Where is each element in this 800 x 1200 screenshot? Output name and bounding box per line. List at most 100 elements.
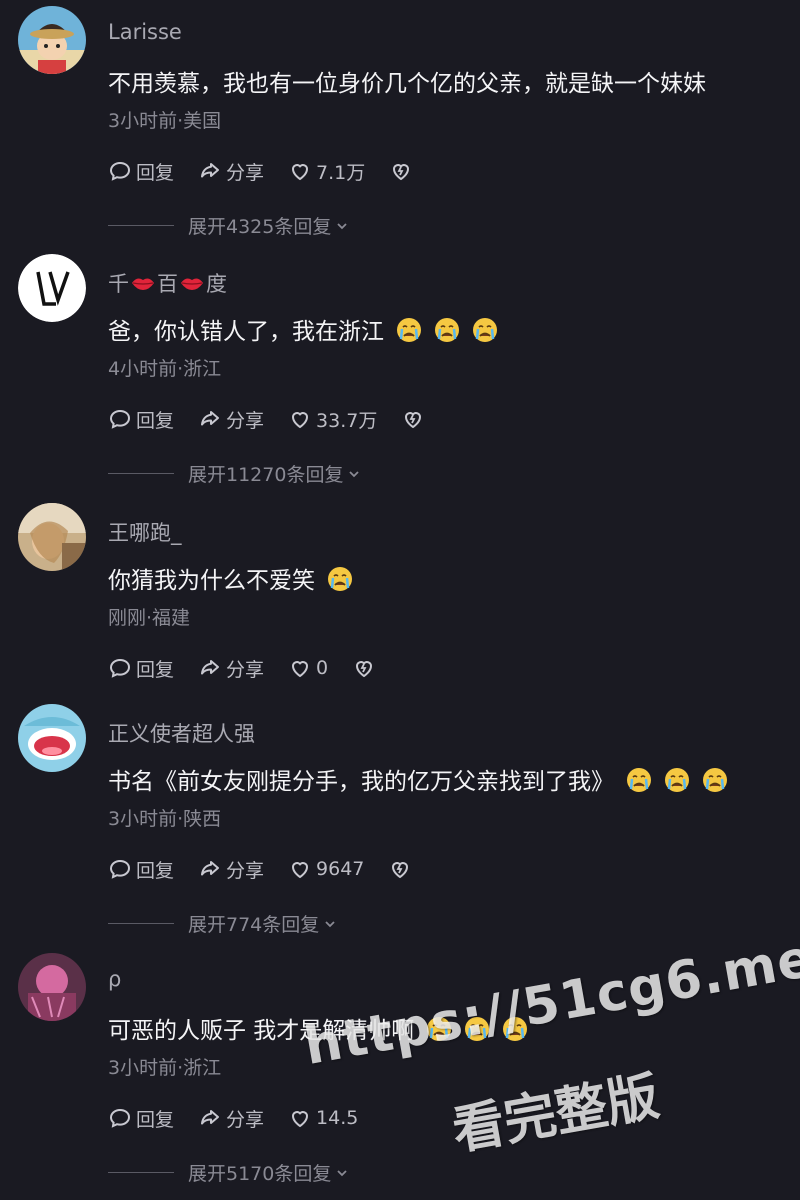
heart-icon [288,656,312,680]
like-count: 9647 [316,858,365,880]
expand-label: 展开774条回复 [188,914,320,936]
expand-label: 展开5170条回复 [188,1163,332,1185]
crying-face-icon [502,1016,528,1042]
expand-replies[interactable]: 展开774条回复 [108,910,337,937]
reply-button[interactable]: 回复 [108,406,174,433]
dislike-button[interactable] [388,857,412,881]
avatar[interactable] [18,254,86,322]
username-part: 千 [108,272,129,296]
comment-text: 可恶的人贩子 我才是解清帅啊 [108,1011,528,1045]
share-button[interactable]: 分享 [198,655,264,682]
pink-photo-avatar-icon [18,953,86,1021]
comment-text-content: 书名《前女友刚提分手，我的亿万父亲找到了我》 [108,769,614,795]
dislike-button[interactable] [401,407,425,431]
share-button[interactable]: 分享 [198,406,264,433]
avatar[interactable] [18,953,86,1021]
username-part: 度 [206,272,227,296]
divider-line [108,473,174,474]
comment-bubble-icon [108,159,132,183]
share-arrow-icon [198,159,222,183]
like-button[interactable]: 33.7万 [288,406,377,433]
crying-face-icon [327,566,353,592]
like-button[interactable]: 9647 [288,857,364,881]
share-arrow-icon [198,407,222,431]
lips-icon [180,275,204,291]
share-button[interactable]: 分享 [198,856,264,883]
username[interactable]: Larisse [108,20,182,44]
cartoon-mouth-avatar-icon [18,704,86,772]
reply-label: 回复 [136,1108,175,1131]
comment-text: 你猜我为什么不爱笑 [108,561,353,595]
comment-meta: 刚刚·福建 [108,607,191,629]
comment-meta: 3小时前·浙江 [108,1057,222,1079]
action-bar: 回复 分享 14.5 [108,1105,382,1131]
comment-text: 书名《前女友刚提分手，我的亿万父亲找到了我》 [108,762,728,796]
expand-replies[interactable]: 展开4325条回复 [108,212,349,239]
crying-face-icon [702,767,728,793]
crying-face-icon [472,317,498,343]
reply-button[interactable]: 回复 [108,1105,174,1132]
watermark-caption: 看完整版 [448,1066,664,1162]
reply-button[interactable]: 回复 [108,655,174,682]
like-button[interactable]: 14.5 [288,1106,358,1130]
username[interactable]: 千百度 [108,268,227,298]
reply-label: 回复 [136,161,175,184]
comment-bubble-icon [108,656,132,680]
comment-text: 爸，你认错人了，我在浙江 [108,312,498,346]
comment-text-content: 不用羡慕，我也有一位身价几个亿的父亲，就是缺一个妹妹 [108,71,706,97]
username[interactable]: 王哪跑_ [108,517,182,547]
crying-face-icon [664,767,690,793]
avatar[interactable] [18,704,86,772]
like-button[interactable]: 0 [288,656,328,680]
like-button[interactable]: 7.1万 [288,158,365,185]
username[interactable]: 正义使者超人强 [108,718,255,748]
avatar[interactable] [18,503,86,571]
reply-label: 回复 [136,409,175,432]
comment-text: 不用羡慕，我也有一位身价几个亿的父亲，就是缺一个妹妹 [108,64,706,98]
crying-face-icon [626,767,652,793]
action-bar: 回复 分享 0 [108,655,400,681]
broken-heart-icon [388,857,412,881]
like-count: 7.1万 [316,161,366,184]
crying-face-icon [426,1016,452,1042]
crying-face-icon [434,317,460,343]
watermark-url: https://51cg6.me [300,928,800,1078]
broken-heart-icon [352,656,376,680]
comment-meta: 3小时前·陕西 [108,808,222,830]
crying-face-icon [464,1016,490,1042]
share-button[interactable]: 分享 [198,158,264,185]
dislike-button[interactable] [352,656,376,680]
crying-face-icon [396,317,422,343]
comment-bubble-icon [108,857,132,881]
dislike-button[interactable] [389,159,413,183]
comment-meta: 4小时前·浙江 [108,358,222,380]
share-button[interactable]: 分享 [198,1105,264,1132]
like-count: 33.7万 [316,409,378,432]
expand-label: 展开11270条回复 [188,464,344,486]
lips-icon [131,275,155,291]
heart-icon [288,159,312,183]
comment-meta: 3小时前·美国 [108,110,222,132]
broken-heart-icon [401,407,425,431]
chevron-down-icon [335,219,349,233]
action-bar: 回复 分享 7.1万 [108,158,437,184]
expand-replies[interactable]: 展开5170条回复 [108,1159,349,1186]
chevron-down-icon [347,467,361,481]
share-arrow-icon [198,1106,222,1130]
comment-text-content: 爸，你认错人了，我在浙江 [108,319,384,345]
comments-page: Larisse 不用羡慕，我也有一位身价几个亿的父亲，就是缺一个妹妹 3小时前·… [0,0,800,1200]
chevron-down-icon [335,1166,349,1180]
divider-line [108,225,174,226]
cartoon-boy-avatar-icon [18,6,86,74]
reply-button[interactable]: 回复 [108,158,174,185]
photo-avatar-icon [18,503,86,571]
reply-button[interactable]: 回复 [108,856,174,883]
username[interactable]: ρ [108,967,121,991]
heart-icon [288,857,312,881]
reply-label: 回复 [136,859,175,882]
expand-replies[interactable]: 展开11270条回复 [108,460,361,487]
avatar[interactable] [18,6,86,74]
lv-logo-avatar-icon [18,254,86,322]
share-label: 分享 [226,161,265,184]
like-count: 14.5 [316,1107,359,1129]
